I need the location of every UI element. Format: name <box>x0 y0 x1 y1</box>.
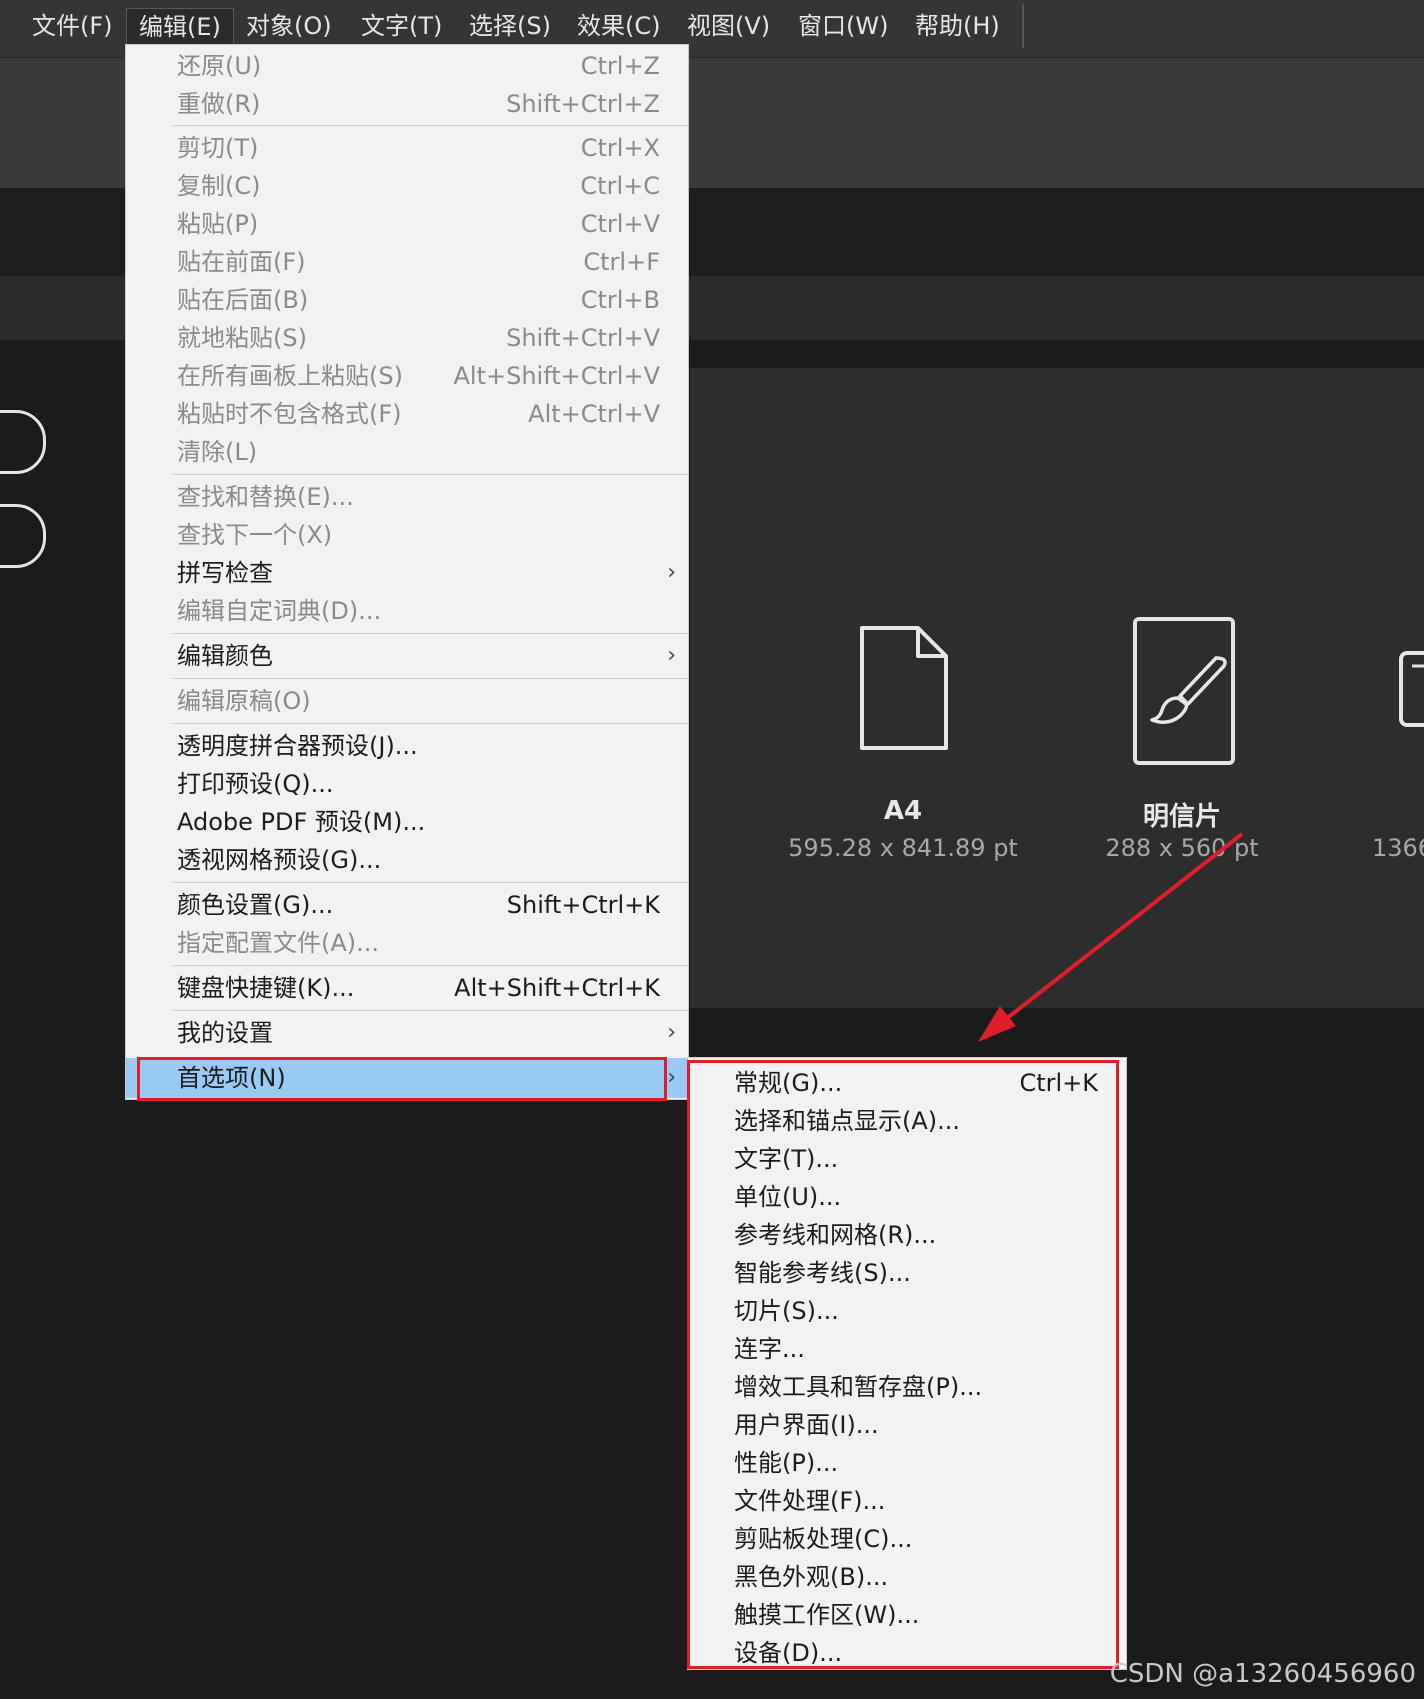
menu-item-transparency-flattener-presets[interactable]: 透明度拼合器预设(J)... <box>126 727 688 765</box>
menu-item-paste-in-place[interactable]: 就地粘贴(S) Shift+Ctrl+V <box>126 319 688 357</box>
menu-help[interactable]: 帮助(H) <box>903 0 1012 52</box>
menu-item-find-next[interactable]: 查找下一个(X) <box>126 516 688 554</box>
menu-item-my-settings[interactable]: 我的设置 › <box>126 1014 688 1052</box>
watermark: CSDN @a13260456960 <box>1109 1659 1416 1689</box>
menu-window[interactable]: 窗口(W) <box>786 0 900 52</box>
side-button-1[interactable] <box>0 410 46 474</box>
annotation-box-preferences <box>137 1057 667 1101</box>
menu-divider <box>172 678 688 679</box>
menu-divider <box>172 125 688 126</box>
menu-divider <box>172 1010 688 1011</box>
device-icon[interactable] <box>1398 650 1424 730</box>
chevron-right-icon: › <box>667 1020 676 1045</box>
menu-item-paste-in-front[interactable]: 贴在前面(F) Ctrl+F <box>126 243 688 281</box>
menu-divider <box>172 965 688 966</box>
menu-divider <box>172 633 688 634</box>
menu-item-find-replace[interactable]: 查找和替换(E)... <box>126 478 688 516</box>
chevron-right-icon: › <box>667 1065 676 1090</box>
menubar-divider <box>1022 4 1024 48</box>
menu-item-keyboard-shortcuts[interactable]: 键盘快捷键(K)... Alt+Shift+Ctrl+K <box>126 969 688 1007</box>
menu-item-edit-colors[interactable]: 编辑颜色 › <box>126 637 688 675</box>
document-icon[interactable] <box>858 624 950 752</box>
chevron-right-icon: › <box>667 560 676 585</box>
menu-divider <box>172 723 688 724</box>
menu-item-paste-all-artboards[interactable]: 在所有画板上粘贴(S) Alt+Shift+Ctrl+V <box>126 357 688 395</box>
menu-item-paste-without-formatting[interactable]: 粘贴时不包含格式(F) Alt+Ctrl+V <box>126 395 688 433</box>
menu-item-edit-original[interactable]: 编辑原稿(O) <box>126 682 688 720</box>
menu-item-clear[interactable]: 清除(L) <box>126 433 688 471</box>
preset-name-postcard: 明信片 <box>1142 802 1221 832</box>
menu-view[interactable]: 视图(V) <box>675 0 782 52</box>
menu-item-perspective-grid-presets[interactable]: 透视网格预设(G)... <box>126 841 688 879</box>
menu-item-spell-check[interactable]: 拼写检查 › <box>126 554 688 592</box>
menu-item-paste-in-back[interactable]: 贴在后面(B) Ctrl+B <box>126 281 688 319</box>
menu-divider <box>172 474 688 475</box>
brush-icon[interactable] <box>1132 616 1236 766</box>
menu-item-pdf-presets[interactable]: Adobe PDF 预设(M)... <box>126 803 688 841</box>
menu-divider <box>172 882 688 883</box>
annotation-box-submenu <box>687 1060 1119 1669</box>
menu-item-print-presets[interactable]: 打印预设(Q)... <box>126 765 688 803</box>
menu-item-color-settings[interactable]: 颜色设置(G)... Shift+Ctrl+K <box>126 886 688 924</box>
side-button-2[interactable] <box>0 504 46 568</box>
preset-name-a4: A4 <box>883 796 923 826</box>
menu-item-assign-profile[interactable]: 指定配置文件(A)... <box>126 924 688 962</box>
menu-item-copy[interactable]: 复制(C) Ctrl+C <box>126 167 688 205</box>
menu-item-redo[interactable]: 重做(R) Shift+Ctrl+Z <box>126 85 688 123</box>
menu-edit[interactable]: 编辑(E) <box>126 8 234 46</box>
menu-item-undo[interactable]: 还原(U) Ctrl+Z <box>126 47 688 85</box>
menu-file[interactable]: 文件(F) <box>20 0 125 52</box>
menu-item-cut[interactable]: 剪切(T) Ctrl+X <box>126 129 688 167</box>
edit-menu: 还原(U) Ctrl+Z 重做(R) Shift+Ctrl+Z 剪切(T) Ctrl+… <box>126 45 688 1099</box>
preset-size-device: 1366 <box>1372 834 1424 862</box>
chevron-right-icon: › <box>667 643 676 668</box>
menu-item-edit-custom-dictionary[interactable]: 编辑自定词典(D)... <box>126 592 688 630</box>
menu-item-paste[interactable]: 粘贴(P) Ctrl+V <box>126 205 688 243</box>
arrow-icon <box>978 832 1244 1042</box>
